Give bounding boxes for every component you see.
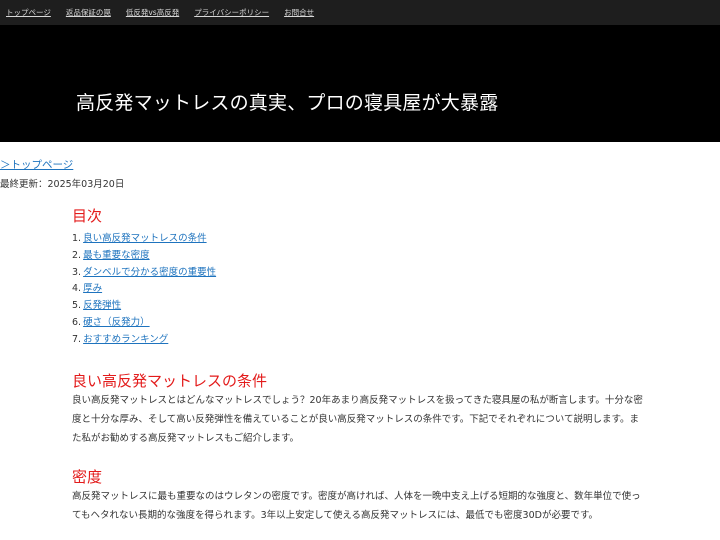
toc-item-number: 6.: [72, 316, 82, 328]
toc-link-resilience[interactable]: 反発弾性: [83, 300, 121, 311]
nav-link-contact[interactable]: お問合せ: [284, 7, 314, 18]
last-updated: 最終更新：2025年03月20日: [0, 179, 125, 190]
toc-item-number: 2.: [72, 249, 82, 261]
section-conditions: 良い高反発マットレスの条件 良い高反発マットレスとはどんなマットレスでしょう？2…: [72, 371, 644, 448]
nav-link-top[interactable]: トップページ: [6, 7, 51, 18]
section-density: 密度 高反発マットレスに最も重要なのはウレタンの密度です。密度が高ければ、人体を…: [72, 467, 644, 525]
toc-item: 7. おすすめランキング: [72, 332, 644, 349]
toc-item: 5. 反発弾性: [72, 298, 644, 315]
toc-item: 3. ダンベルで分かる密度の重要性: [72, 265, 644, 282]
toc-link-conditions[interactable]: 良い高反発マットレスの条件: [83, 233, 207, 244]
page-title: 高反発マットレスの真実、プロの寝具屋が大暴露: [76, 92, 499, 114]
breadcrumb-top-link[interactable]: ＞トップページ: [0, 157, 73, 172]
table-of-contents: 1. 良い高反発マットレスの条件 2. 最も重要な密度 3. ダンベルで分かる密度の重…: [72, 231, 644, 349]
toc-item: 1. 良い高反発マットレスの条件: [72, 231, 644, 248]
section-body: 高反発マットレスに最も重要なのはウレタンの密度です。密度が高ければ、人体を一晩中…: [72, 491, 641, 521]
toc-item: 6. 硬さ（反発力）: [72, 315, 644, 332]
section-heading: 良い高反発マットレスの条件: [72, 372, 268, 390]
nav-link-low-vs-high[interactable]: 低反発vs高反発: [126, 7, 179, 18]
main-content: 目次 1. 良い高反発マットレスの条件 2. 最も重要な密度 3. ダンベルで分かる密…: [72, 206, 644, 521]
section-body: 良い高反発マットレスとはどんなマットレスでしょう？20年あまり高反発マットレスを…: [72, 395, 643, 444]
toc-item: 4. 厚み: [72, 281, 644, 298]
toc-link-thickness[interactable]: 厚み: [83, 283, 102, 294]
toc-item-number: 1.: [72, 233, 82, 244]
toc-link-density[interactable]: 最も重要な密度: [83, 250, 150, 261]
toc-heading: 目次: [72, 207, 103, 225]
toc-link-firmness[interactable]: 硬さ（反発力）: [83, 317, 150, 328]
toc-item-number: 5.: [72, 300, 82, 312]
toc-item: 2. 最も重要な密度: [72, 248, 644, 265]
hero-banner: 高反発マットレスの真実、プロの寝具屋が大暴露: [0, 25, 720, 142]
toc-item-number: 4.: [72, 283, 82, 295]
top-navigation: トップページ 返品保証の罠 低反発vs高反発 プライバシーポリシー お問合せ: [0, 0, 720, 25]
toc-item-number: 7.: [72, 333, 82, 345]
toc-link-dumbbell[interactable]: ダンベルで分かる密度の重要性: [83, 267, 216, 278]
nav-link-privacy-policy[interactable]: プライバシーポリシー: [194, 7, 269, 18]
section-heading: 密度: [72, 468, 103, 486]
toc-item-number: 3.: [72, 266, 82, 278]
toc-link-ranking[interactable]: おすすめランキング: [83, 334, 168, 345]
nav-link-return-guarantee[interactable]: 返品保証の罠: [66, 7, 111, 18]
